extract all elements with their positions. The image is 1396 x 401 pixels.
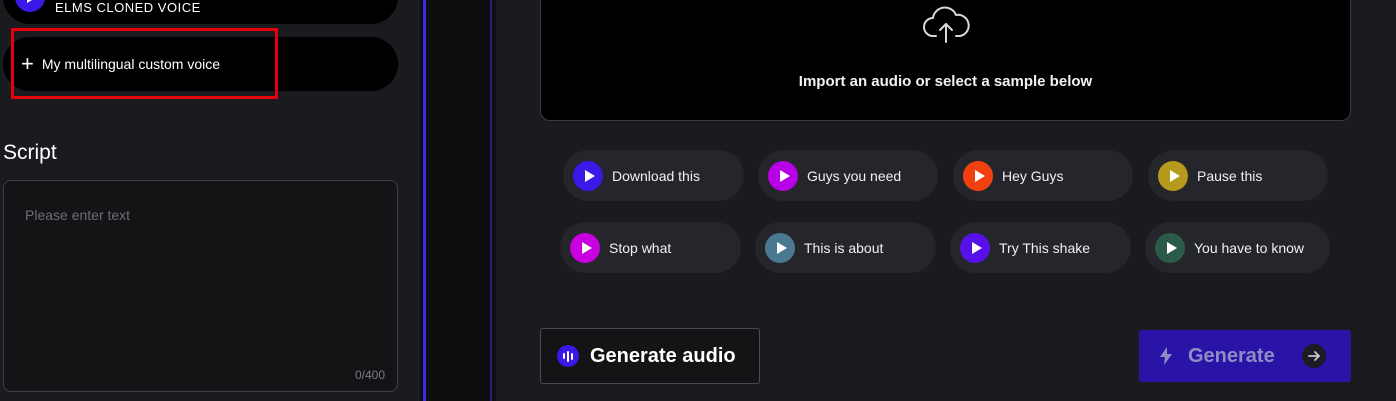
upload-instructions: Import an audio or select a sample below bbox=[798, 73, 1093, 90]
sample-stop-what[interactable]: Stop what bbox=[560, 222, 741, 273]
sample-guys-you-need[interactable]: Guys you need bbox=[758, 150, 938, 201]
sample-label: Hey Guys bbox=[1002, 167, 1064, 184]
sample-label: Download this bbox=[612, 167, 700, 184]
sample-label: Stop what bbox=[609, 239, 672, 256]
divider-accent bbox=[423, 0, 426, 401]
arrow-right-icon bbox=[1302, 344, 1326, 368]
play-icon[interactable] bbox=[765, 232, 795, 263]
sample-label: This is about bbox=[804, 239, 884, 256]
app-root: ELMS CLONED VOICE + My multilingual cust… bbox=[0, 0, 1396, 401]
play-icon[interactable] bbox=[768, 160, 798, 191]
generate-audio-button[interactable]: Generate audio bbox=[540, 328, 760, 384]
script-title: Script bbox=[3, 141, 57, 164]
add-custom-voice-button[interactable]: + My multilingual custom voice bbox=[3, 37, 398, 91]
right-panel: Import an audio or select a sample below… bbox=[496, 0, 1396, 401]
sample-you-have-to-know[interactable]: You have to know bbox=[1145, 222, 1330, 273]
play-icon[interactable] bbox=[1155, 232, 1185, 263]
play-icon[interactable] bbox=[963, 160, 993, 191]
sample-this-is-about[interactable]: This is about bbox=[755, 222, 936, 273]
sample-label: Pause this bbox=[1197, 167, 1263, 184]
play-icon[interactable] bbox=[573, 160, 603, 191]
play-icon[interactable] bbox=[15, 0, 45, 12]
sample-try-this-shake[interactable]: Try This shake bbox=[950, 222, 1131, 273]
panel-divider bbox=[420, 0, 496, 401]
sample-label: Try This shake bbox=[999, 239, 1091, 256]
generate-button[interactable]: Generate bbox=[1139, 330, 1351, 382]
plus-icon: + bbox=[21, 51, 34, 76]
play-icon[interactable] bbox=[960, 232, 990, 263]
cloud-upload-icon bbox=[923, 6, 970, 43]
custom-voice-label: My multilingual custom voice bbox=[41, 56, 221, 72]
voice-item-label: ELMS CLONED VOICE bbox=[55, 0, 201, 15]
audio-upload-dropzone[interactable]: Import an audio or select a sample below bbox=[540, 0, 1351, 121]
play-icon[interactable] bbox=[570, 232, 600, 263]
sample-pause-this[interactable]: Pause this bbox=[1148, 150, 1328, 201]
voice-item-cloned[interactable]: ELMS CLONED VOICE bbox=[3, 0, 398, 24]
sample-label: Guys you need bbox=[807, 167, 902, 184]
play-icon[interactable] bbox=[1158, 160, 1188, 191]
sample-label: You have to know bbox=[1194, 239, 1305, 256]
divider-accent bbox=[490, 0, 492, 401]
sample-hey-guys[interactable]: Hey Guys bbox=[953, 150, 1133, 201]
sample-download-this[interactable]: Download this bbox=[563, 150, 744, 201]
left-panel: ELMS CLONED VOICE + My multilingual cust… bbox=[0, 0, 420, 401]
script-input[interactable] bbox=[4, 181, 397, 391]
lightning-icon bbox=[1160, 347, 1172, 365]
audio-wave-icon bbox=[557, 345, 579, 367]
script-box: 0/400 bbox=[3, 180, 398, 392]
char-counter: 0/400 bbox=[354, 368, 385, 382]
generate-audio-label: Generate audio bbox=[590, 344, 736, 367]
generate-label: Generate bbox=[1188, 344, 1275, 367]
